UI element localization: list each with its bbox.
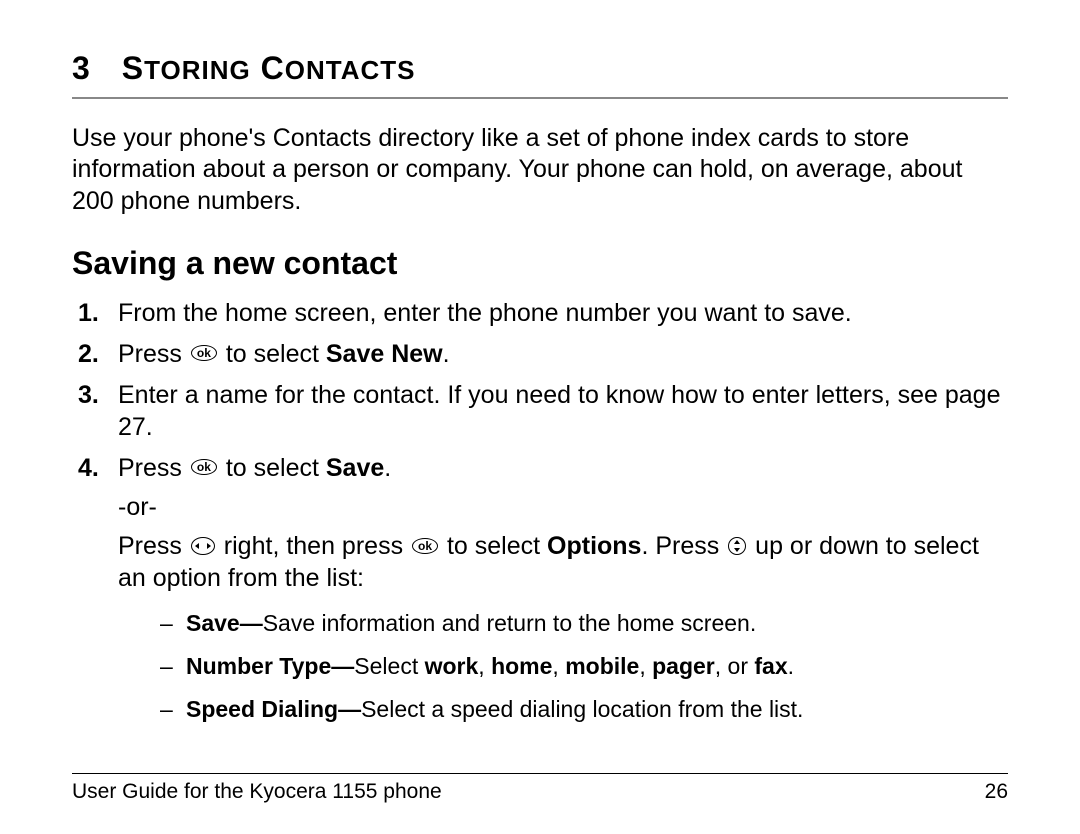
nav-left-right-icon	[191, 537, 215, 555]
step-2: Press ok to select Save New.	[72, 339, 1008, 370]
step-3: Enter a name for the contact. If you nee…	[72, 380, 1008, 443]
option-save: Save—Save information and return to the …	[160, 608, 1008, 639]
ok-icon: ok	[191, 459, 217, 475]
step-4: Press ok to select Save. -or- Press righ…	[72, 453, 1008, 725]
option-speed-dialing: Speed Dialing—Select a speed dialing loc…	[160, 694, 1008, 725]
page-footer: User Guide for the Kyocera 1155 phone 26	[72, 773, 1008, 804]
ok-icon: ok	[191, 345, 217, 361]
step-4-alt: Press right, then press ok to select Opt…	[118, 531, 1008, 594]
chapter-header: 3 STORING CONTACTS	[72, 50, 1008, 99]
step-4-or: -or-	[118, 492, 1008, 523]
footer-title: User Guide for the Kyocera 1155 phone	[72, 780, 442, 804]
option-number-type: Number Type—Select work, home, mobile, p…	[160, 651, 1008, 682]
section-heading: Saving a new contact	[72, 245, 1008, 282]
ok-icon: ok	[412, 538, 438, 554]
chapter-number: 3	[72, 50, 90, 87]
chapter-title: STORING CONTACTS	[122, 50, 416, 87]
options-sublist: Save—Save information and return to the …	[118, 608, 1008, 725]
steps-list: From the home screen, enter the phone nu…	[72, 298, 1008, 725]
intro-paragraph: Use your phone's Contacts directory like…	[72, 123, 1008, 217]
nav-up-down-icon	[728, 537, 746, 555]
page-number: 26	[985, 780, 1008, 804]
step-1: From the home screen, enter the phone nu…	[72, 298, 1008, 329]
